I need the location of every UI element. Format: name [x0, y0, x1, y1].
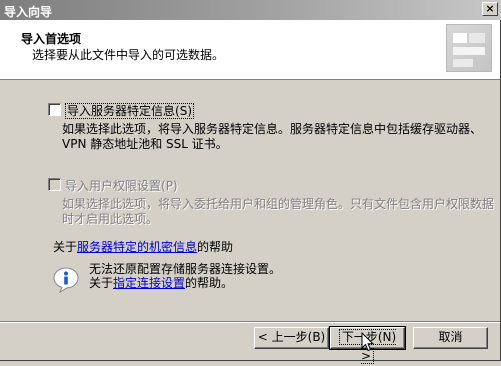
import-user-rights-hotkey: (P): [161, 179, 178, 193]
window-title: 导入向导: [4, 5, 53, 19]
import-server-info-checkbox[interactable]: [48, 103, 61, 116]
import-server-info-description: 如果选择此选项，将导入服务器特定信息。服务器特定信息中包括缓存驱动器、 VPN …: [62, 122, 482, 152]
import-wizard-window: 导入向导 × 导入首选项 选择要从此文件中导入的可选数据。 导入服务器特定信息(…: [0, 0, 501, 364]
mouse-cursor-icon: [361, 332, 375, 352]
import-user-rights-label[interactable]: 导入用户权限设置(P): [65, 177, 178, 194]
help-prefix: 关于: [53, 240, 78, 254]
description-line: 如果选择此选项，将导入服务器特定信息。服务器特定信息中包括缓存驱动器、: [62, 122, 483, 136]
cancel-button[interactable]: 取消: [413, 327, 488, 349]
info-line-1: 无法还原配置存储服务器连接设置。: [89, 262, 282, 276]
close-icon: ×: [485, 2, 495, 15]
import-user-rights-text: 导入用户权限设置: [65, 179, 162, 193]
page-title: 导入首选项: [21, 32, 82, 46]
title-bar[interactable]: 导入向导 ×: [0, 0, 501, 20]
info-line-2-prefix: 关于: [89, 276, 114, 290]
back-button[interactable]: < 上一步(B): [254, 327, 329, 349]
import-server-info-label-focus: 导入服务器特定信息(S): [65, 103, 194, 119]
next-button-hotkey: (N): [377, 330, 397, 344]
footer-separator-highlight: [0, 322, 500, 323]
help-server-info-line: 关于服务器特定的机密信息的帮助: [53, 238, 233, 255]
import-user-rights-description: 如果选择此选项，将导入委托给用户和组的管理角色。只有文件包含用户权限数据 时才启…: [62, 197, 494, 227]
page-subtitle: 选择要从此文件中导入的可选数据。: [32, 48, 225, 62]
help-suffix: 的帮助: [197, 240, 234, 254]
info-icon: [53, 267, 79, 294]
info-message: 无法还原配置存储服务器连接设置。 关于指定连接设置的帮助。: [89, 262, 281, 290]
import-server-info-label[interactable]: 导入服务器特定信息(S): [65, 102, 194, 119]
import-server-info-text: 导入服务器特定信息: [67, 104, 176, 118]
close-button[interactable]: ×: [482, 2, 498, 16]
wizard-header: 导入首选项 选择要从此文件中导入的可选数据。: [0, 20, 500, 80]
info-line-2: 关于指定连接设置的帮助。: [89, 276, 281, 290]
connection-settings-help-link[interactable]: 指定连接设置: [113, 276, 185, 290]
description-line: 时才启用此选项。: [62, 212, 159, 226]
import-server-info-hotkey: (S): [175, 104, 192, 118]
info-line-2-suffix: 的帮助。: [185, 276, 234, 290]
import-user-rights-checkbox[interactable]: [48, 178, 61, 191]
description-line: VPN 静态地址池和 SSL 证书。: [62, 137, 228, 151]
description-line: 如果选择此选项，将导入委托给用户和组的管理角色。只有文件包含用户权限数据: [62, 197, 495, 211]
server-info-help-link[interactable]: 服务器特定的机密信息: [77, 240, 197, 254]
wizard-header-graphic-icon: [446, 24, 492, 72]
